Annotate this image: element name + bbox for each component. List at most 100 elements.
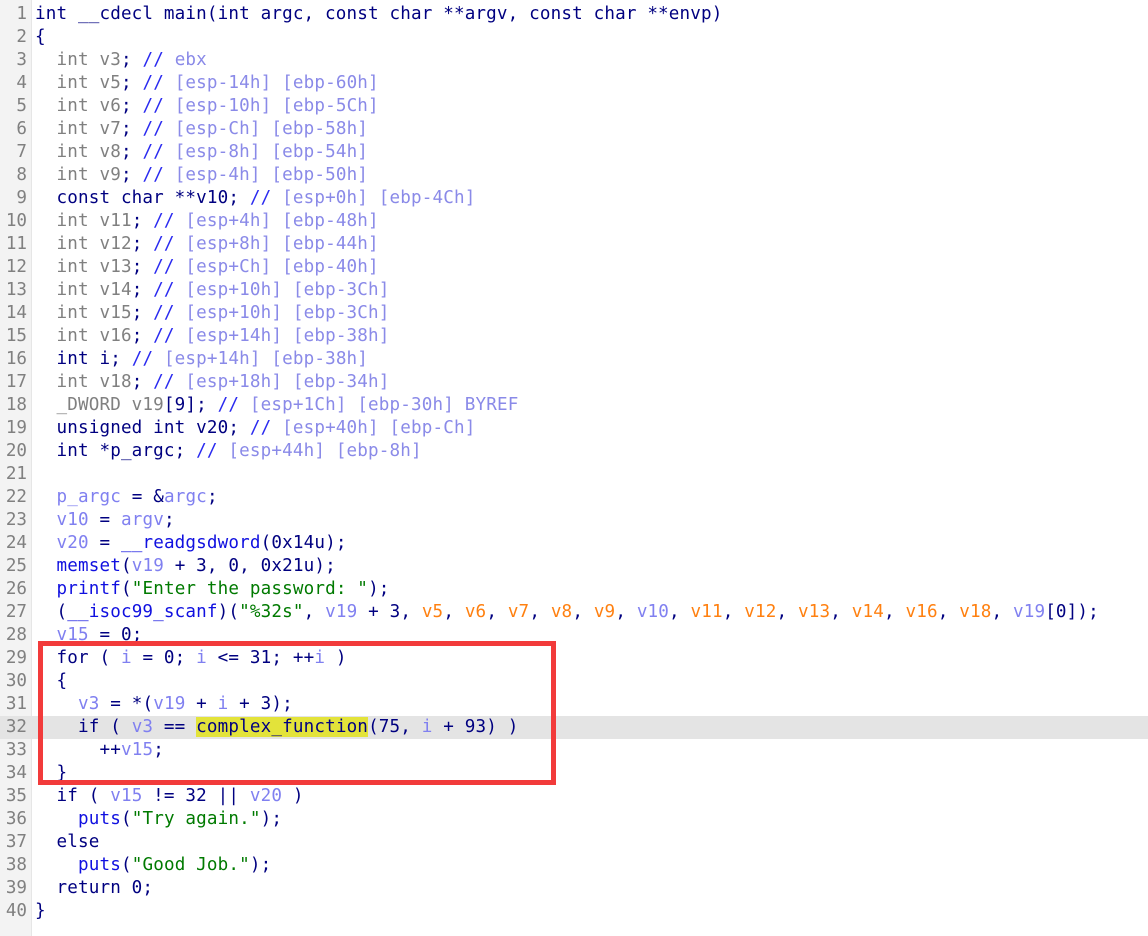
line-source[interactable]: v20 = __readgsdword(0x14u); [35,532,347,555]
line-source[interactable]: } [35,762,67,785]
argument-variable[interactable]: v14 [852,602,884,622]
variable[interactable]: v19 [1013,602,1045,622]
line-source[interactable]: { [35,26,46,49]
variable[interactable]: v19 [153,694,185,714]
code-line[interactable]: 20 int *p_argc; // [esp+44h] [ebp-8h] [0,440,1148,463]
argument-variable[interactable]: v16 [905,602,937,622]
code-line[interactable]: 19 unsigned int v20; // [esp+40h] [ebp-C… [0,417,1148,440]
pseudocode-view[interactable]: 1 int __cdecl main(int argc, const char *… [0,3,1148,923]
line-source[interactable]: int v6; // [esp-10h] [ebp-5Ch] [35,95,379,118]
line-source[interactable]: { [35,670,67,693]
variable[interactable]: p_argc [57,487,121,507]
code-line[interactable]: 7 int v8; // [esp-8h] [ebp-54h] [0,141,1148,164]
code-line[interactable]: 34 } [0,762,1148,785]
line-source[interactable]: if ( v15 != 32 || v20 ) [35,785,304,808]
variable[interactable]: v19 [325,602,357,622]
code-line[interactable]: 10 int v11; // [esp+4h] [ebp-48h] [0,210,1148,233]
variable[interactable]: v19 [132,556,164,576]
variable[interactable]: argv [121,510,164,530]
code-line[interactable]: 24 v20 = __readgsdword(0x14u); [0,532,1148,555]
code-line[interactable]: 25 memset(v19 + 3, 0, 0x21u); [0,555,1148,578]
code-line[interactable]: 27 (__isoc99_scanf)("%32s", v19 + 3, v5,… [0,601,1148,624]
code-line[interactable]: 21 [0,463,1148,486]
variable[interactable]: i [314,648,325,668]
variable[interactable]: v20 [57,533,89,553]
code-line[interactable]: 13 int v14; // [esp+10h] [ebp-3Ch] [0,279,1148,302]
code-line[interactable]: 16 int i; // [esp+14h] [ebp-38h] [0,348,1148,371]
argument-variable[interactable]: v7 [508,602,530,622]
line-source[interactable]: v15 = 0; [35,624,143,647]
argument-variable[interactable]: v12 [744,602,776,622]
line-source[interactable]: int v11; // [esp+4h] [ebp-48h] [35,210,379,233]
code-line[interactable]: 40} [0,900,1148,923]
line-source[interactable]: p_argc = &argc; [35,486,218,509]
function-call[interactable]: printf [57,579,121,599]
argument-variable[interactable]: v8 [551,602,573,622]
code-line[interactable]: 23 v10 = argv; [0,509,1148,532]
argument-variable[interactable]: v18 [959,602,991,622]
code-line[interactable]: 3 int v3; // ebx [0,49,1148,72]
code-line[interactable]: 37 else [0,831,1148,854]
code-line[interactable]: 17 int v18; // [esp+18h] [ebp-34h] [0,371,1148,394]
line-source[interactable]: } [35,900,46,923]
code-line[interactable]: 4 int v5; // [esp-14h] [ebp-60h] [0,72,1148,95]
variable[interactable]: v15 [121,740,153,760]
line-source[interactable]: int v8; // [esp-8h] [ebp-54h] [35,141,368,164]
line-source[interactable]: _DWORD v19[9]; // [esp+1Ch] [ebp-30h] BY… [35,394,518,417]
code-line[interactable]: 26 printf("Enter the password: "); [0,578,1148,601]
variable[interactable]: v15 [110,786,142,806]
argument-variable[interactable]: v6 [465,602,487,622]
line-source[interactable]: int *p_argc; // [esp+44h] [ebp-8h] [35,440,422,463]
variable[interactable]: i [218,694,229,714]
line-source[interactable]: memset(v19 + 3, 0, 0x21u); [35,555,336,578]
code-line[interactable]: 9 const char **v10; // [esp+0h] [ebp-4Ch… [0,187,1148,210]
function-call[interactable]: puts [78,809,121,829]
code-line[interactable]: 33 ++v15; [0,739,1148,762]
code-line[interactable]: 11 int v12; // [esp+8h] [ebp-44h] [0,233,1148,256]
variable[interactable]: v20 [250,786,282,806]
code-line[interactable]: 28 v15 = 0; [0,624,1148,647]
code-line[interactable]: 22 p_argc = &argc; [0,486,1148,509]
line-source[interactable]: int v3; // ebx [35,49,207,72]
code-line[interactable]: 8 int v9; // [esp-4h] [ebp-50h] [0,164,1148,187]
code-line[interactable]: 6 int v7; // [esp-Ch] [ebp-58h] [0,118,1148,141]
line-source[interactable]: int v5; // [esp-14h] [ebp-60h] [35,72,379,95]
line-source[interactable]: v10 = argv; [35,509,175,532]
argument-variable[interactable]: v9 [594,602,616,622]
code-line[interactable]: 12 int v13; // [esp+Ch] [ebp-40h] [0,256,1148,279]
line-source[interactable]: ++v15; [35,739,164,762]
variable[interactable]: i [196,648,207,668]
line-source[interactable]: int v13; // [esp+Ch] [ebp-40h] [35,256,379,279]
function-call[interactable]: memset [57,556,121,576]
line-source[interactable]: if ( v3 == complex_function(75, i + 93) … [35,716,518,739]
code-line[interactable]: 15 int v16; // [esp+14h] [ebp-38h] [0,325,1148,348]
line-source[interactable]: const char **v10; // [esp+0h] [ebp-4Ch] [35,187,475,210]
variable[interactable]: v10 [57,510,89,530]
code-line[interactable]: 14 int v15; // [esp+10h] [ebp-3Ch] [0,302,1148,325]
code-line[interactable]: 18 _DWORD v19[9]; // [esp+1Ch] [ebp-30h]… [0,394,1148,417]
code-line[interactable]: 32 if ( v3 == complex_function(75, i + 9… [0,716,1148,739]
line-source[interactable]: return 0; [35,877,153,900]
line-source[interactable]: int __cdecl main(int argc, const char **… [35,3,723,26]
function-call[interactable]: __readgsdword [121,533,261,553]
line-source[interactable]: int i; // [esp+14h] [ebp-38h] [35,348,368,371]
code-line[interactable]: 29 for ( i = 0; i <= 31; ++i ) [0,647,1148,670]
code-line[interactable]: 35 if ( v15 != 32 || v20 ) [0,785,1148,808]
variable[interactable]: v3 [132,717,154,737]
variable[interactable]: v10 [637,602,669,622]
code-line[interactable]: 36 puts("Try again."); [0,808,1148,831]
variable[interactable]: v3 [78,694,100,714]
line-source[interactable]: for ( i = 0; i <= 31; ++i ) [35,647,347,670]
argument-variable[interactable]: v5 [422,602,444,622]
line-source[interactable]: int v12; // [esp+8h] [ebp-44h] [35,233,379,256]
code-line[interactable]: 5 int v6; // [esp-10h] [ebp-5Ch] [0,95,1148,118]
code-line[interactable]: 1 int __cdecl main(int argc, const char *… [0,3,1148,26]
argument-variable[interactable]: v13 [798,602,830,622]
line-source[interactable]: int v16; // [esp+14h] [ebp-38h] [35,325,390,348]
code-line[interactable]: 38 puts("Good Job."); [0,854,1148,877]
argument-variable[interactable]: v11 [691,602,723,622]
code-line[interactable]: 31 v3 = *(v19 + i + 3); [0,693,1148,716]
line-source[interactable]: int v7; // [esp-Ch] [ebp-58h] [35,118,368,141]
code-line[interactable]: 30 { [0,670,1148,693]
line-source[interactable]: int v9; // [esp-4h] [ebp-50h] [35,164,368,187]
